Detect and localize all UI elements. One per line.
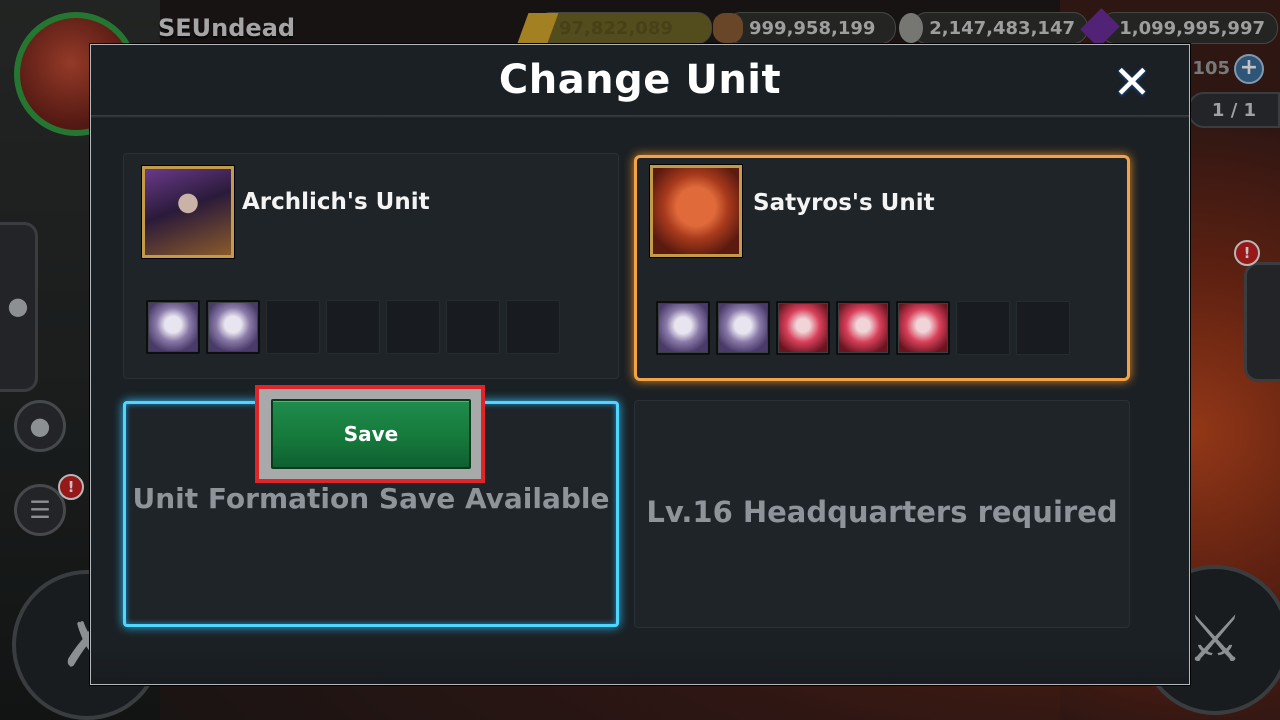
save-button[interactable]: Save bbox=[271, 399, 471, 469]
troop-slots bbox=[146, 300, 560, 354]
change-unit-dialog: Change Unit ✕ Archlich's Unit Satyros's … bbox=[90, 44, 1190, 685]
troop-slot-skeleton bbox=[146, 300, 200, 354]
dialog-title: Change Unit bbox=[498, 57, 782, 103]
troop-slot-empty bbox=[266, 300, 320, 354]
troop-slot-banshee bbox=[836, 301, 890, 355]
troop-slot-banshee bbox=[896, 301, 950, 355]
satyros-portrait bbox=[650, 165, 742, 257]
troop-slot-empty bbox=[1016, 301, 1070, 355]
locked-slot-status: Lv.16 Headquarters required bbox=[646, 495, 1118, 529]
troop-slot-banshee bbox=[776, 301, 830, 355]
header-divider bbox=[91, 115, 1189, 119]
troop-slots bbox=[656, 301, 1070, 355]
unit-card-archlich[interactable]: Archlich's Unit bbox=[123, 153, 619, 379]
close-icon[interactable]: ✕ bbox=[1109, 59, 1155, 105]
troop-slot-skeleton bbox=[656, 301, 710, 355]
troop-slot-skeleton bbox=[206, 300, 260, 354]
save-slot-status: Unit Formation Save Available bbox=[132, 482, 610, 515]
troop-slot-empty bbox=[956, 301, 1010, 355]
troop-slot-skeleton bbox=[716, 301, 770, 355]
unit-card-satyros[interactable]: Satyros's Unit bbox=[634, 155, 1130, 381]
unit-name: Satyros's Unit bbox=[753, 190, 935, 216]
locked-formation-slot: Lv.16 Headquarters required bbox=[634, 400, 1130, 628]
dialog-header: Change Unit ✕ bbox=[91, 45, 1189, 117]
archlich-portrait bbox=[142, 166, 234, 258]
troop-slot-empty bbox=[386, 300, 440, 354]
troop-slot-empty bbox=[446, 300, 500, 354]
troop-slot-empty bbox=[326, 300, 380, 354]
dialog-footer bbox=[91, 646, 1189, 684]
unit-name: Archlich's Unit bbox=[242, 189, 430, 215]
troop-slot-empty bbox=[506, 300, 560, 354]
